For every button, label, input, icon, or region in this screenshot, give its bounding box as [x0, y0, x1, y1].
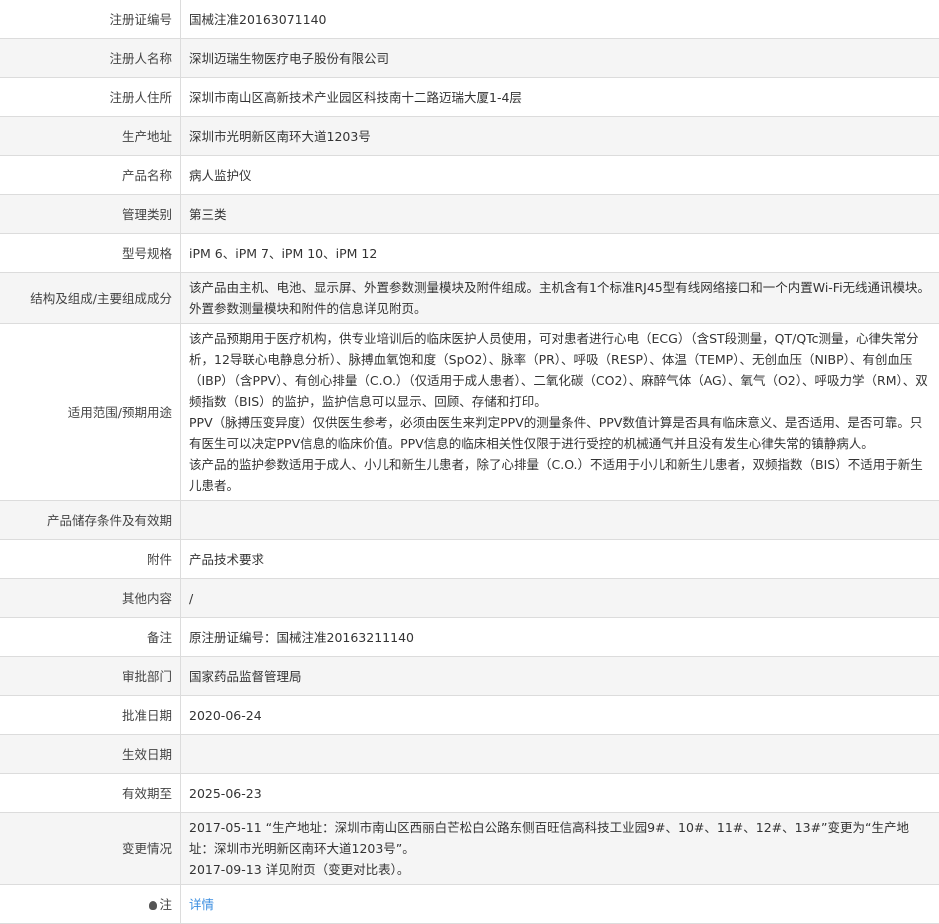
field-label-text: 结构及组成/主要组成成分 [30, 291, 172, 306]
field-label-text: 产品储存条件及有效期 [47, 513, 172, 528]
table-row: 注册人名称 深圳迈瑞生物医疗电子股份有限公司 [0, 39, 939, 78]
field-label-text: 批准日期 [122, 708, 172, 723]
field-value [181, 735, 939, 774]
field-label: 适用范围/预期用途 [0, 324, 181, 501]
field-value-text: 国家药品监督管理局 [189, 669, 302, 684]
field-value: 2020-06-24 [181, 696, 939, 735]
field-label: 有效期至 [0, 774, 181, 813]
table-row: 产品名称 病人监护仪 [0, 156, 939, 195]
field-label: 型号规格 [0, 234, 181, 273]
field-label-text: 审批部门 [122, 669, 172, 684]
field-label-text: 型号规格 [122, 246, 172, 261]
table-row: 结构及组成/主要组成成分 该产品由主机、电池、显示屏、外置参数测量模块及附件组成。… [0, 273, 939, 324]
table-row: 变更情况 2017-05-11 “生产地址：深圳市南山区西丽白芒松白公路东侧百旺信… [0, 813, 939, 885]
field-value: 病人监护仪 [181, 156, 939, 195]
field-value: 第三类 [181, 195, 939, 234]
table-row: 其他内容 / [0, 579, 939, 618]
field-label-text: 附件 [147, 552, 172, 567]
field-value-paragraph: 该产品预期用于医疗机构，供专业培训后的临床医护人员使用，可对患者进行心电（ECG… [189, 328, 931, 412]
field-value: 详情 [181, 885, 939, 924]
table-row: 注册人住所 深圳市南山区高新技术产业园区科技南十二路迈瑞大厦1-4层 [0, 78, 939, 117]
field-label-text: 生产地址 [122, 129, 172, 144]
field-label: 审批部门 [0, 657, 181, 696]
field-label-text: 变更情况 [122, 841, 172, 856]
field-value-text: 深圳市南山区高新技术产业园区科技南十二路迈瑞大厦1-4层 [189, 90, 522, 105]
field-value-paragraph: 2017-05-11 “生产地址：深圳市南山区西丽白芒松白公路东侧百旺信高科技工… [189, 817, 931, 859]
field-value: 该产品由主机、电池、显示屏、外置参数测量模块及附件组成。主机含有1个标准RJ45… [181, 273, 939, 324]
field-label-text: 注册人名称 [109, 51, 172, 66]
table-row: 注册证编号 国械注准20163071140 [0, 0, 939, 39]
table-row: 附件 产品技术要求 [0, 540, 939, 579]
field-label-text: 其他内容 [122, 591, 172, 606]
table-row: 管理类别 第三类 [0, 195, 939, 234]
field-value-paragraph: 该产品的监护参数适用于成人、小儿和新生儿患者，除了心排量（C.O.）不适用于小儿… [189, 454, 931, 496]
field-label-text: 注 [159, 897, 172, 912]
field-value: 深圳迈瑞生物医疗电子股份有限公司 [181, 39, 939, 78]
field-value-text: 2025-06-23 [189, 786, 262, 801]
field-value: 产品技术要求 [181, 540, 939, 579]
table-row: 注 详情 [0, 885, 939, 924]
lightbulb-icon [149, 901, 157, 910]
field-value: iPM 6、iPM 7、iPM 10、iPM 12 [181, 234, 939, 273]
field-value-text: / [189, 591, 193, 606]
field-value: 深圳市南山区高新技术产业园区科技南十二路迈瑞大厦1-4层 [181, 78, 939, 117]
field-value-text: iPM 6、iPM 7、iPM 10、iPM 12 [189, 246, 377, 261]
field-value-text: 病人监护仪 [189, 168, 252, 183]
field-value: 该产品预期用于医疗机构，供专业培训后的临床医护人员使用，可对患者进行心电（ECG… [181, 324, 939, 501]
field-label-text: 注册证编号 [109, 12, 172, 27]
field-value-text: 深圳迈瑞生物医疗电子股份有限公司 [189, 51, 389, 66]
field-value: 国械注准20163071140 [181, 0, 939, 39]
field-value-text: 深圳市光明新区南环大道1203号 [189, 129, 371, 144]
field-label: 变更情况 [0, 813, 181, 885]
table-row: 型号规格 iPM 6、iPM 7、iPM 10、iPM 12 [0, 234, 939, 273]
table-row: 生效日期 [0, 735, 939, 774]
field-label: 结构及组成/主要组成成分 [0, 273, 181, 324]
field-label: 注册证编号 [0, 0, 181, 39]
field-label-text: 备注 [147, 630, 172, 645]
table-row: 有效期至 2025-06-23 [0, 774, 939, 813]
field-value: 原注册证编号：国械注准20163211140 [181, 618, 939, 657]
field-label: 批准日期 [0, 696, 181, 735]
field-value-text: 产品技术要求 [189, 552, 264, 567]
field-value: 国家药品监督管理局 [181, 657, 939, 696]
field-label: 生产地址 [0, 117, 181, 156]
field-value: 深圳市光明新区南环大道1203号 [181, 117, 939, 156]
field-value-text: 第三类 [189, 207, 227, 222]
details-link[interactable]: 详情 [189, 897, 214, 912]
field-value-text: 国械注准20163071140 [189, 12, 326, 27]
field-value-text: 2020-06-24 [189, 708, 262, 723]
field-label-text: 产品名称 [122, 168, 172, 183]
registration-detail-table: 注册证编号 国械注准20163071140 注册人名称 深圳迈瑞生物医疗电子股份有限公… [0, 0, 939, 924]
table-row: 审批部门 国家药品监督管理局 [0, 657, 939, 696]
table-row: 适用范围/预期用途 该产品预期用于医疗机构，供专业培训后的临床医护人员使用，可对患… [0, 324, 939, 501]
field-value: / [181, 579, 939, 618]
field-label: 产品储存条件及有效期 [0, 501, 181, 540]
field-label: 管理类别 [0, 195, 181, 234]
field-label: 注 [0, 885, 181, 924]
field-label: 其他内容 [0, 579, 181, 618]
field-value-text: 该产品由主机、电池、显示屏、外置参数测量模块及附件组成。主机含有1个标准RJ45… [189, 280, 930, 316]
field-value: 2017-05-11 “生产地址：深圳市南山区西丽白芒松白公路东侧百旺信高科技工… [181, 813, 939, 885]
field-label-text: 适用范围/预期用途 [68, 405, 172, 420]
field-value: 2025-06-23 [181, 774, 939, 813]
field-label: 注册人名称 [0, 39, 181, 78]
table-row: 生产地址 深圳市光明新区南环大道1203号 [0, 117, 939, 156]
field-label-text: 有效期至 [122, 786, 172, 801]
table-row: 产品储存条件及有效期 [0, 501, 939, 540]
field-label-text: 注册人住所 [109, 90, 172, 105]
field-label-text: 生效日期 [122, 747, 172, 762]
field-value [181, 501, 939, 540]
table-row: 备注 原注册证编号：国械注准20163211140 [0, 618, 939, 657]
field-label-text: 管理类别 [122, 207, 172, 222]
field-value-text: 原注册证编号：国械注准20163211140 [189, 630, 414, 645]
table-row: 批准日期 2020-06-24 [0, 696, 939, 735]
field-value-paragraph: 2017-09-13 详见附页（变更对比表）。 [189, 859, 931, 880]
field-label: 备注 [0, 618, 181, 657]
field-label: 生效日期 [0, 735, 181, 774]
field-label: 附件 [0, 540, 181, 579]
field-label: 产品名称 [0, 156, 181, 195]
field-label: 注册人住所 [0, 78, 181, 117]
field-value-paragraph: PPV（脉搏压变异度）仅供医生参考，必须由医生来判定PPV的测量条件、PPV数值… [189, 412, 931, 454]
